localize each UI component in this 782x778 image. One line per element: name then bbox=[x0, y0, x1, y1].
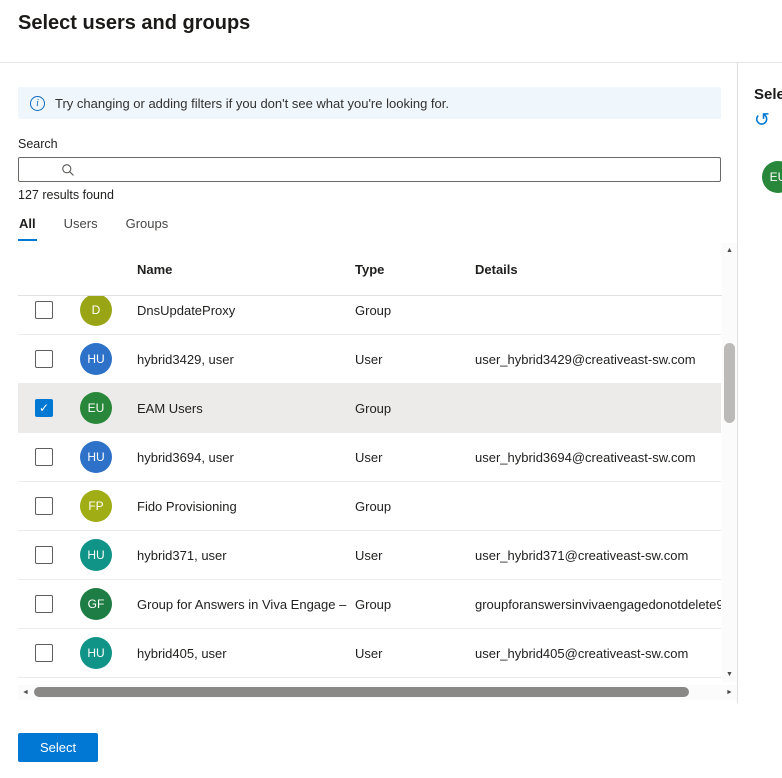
row-name: Group for Answers in Viva Engage – bbox=[137, 597, 355, 612]
vertical-scrollbar[interactable]: ▲ ▼ bbox=[722, 243, 737, 682]
row-checkbox[interactable] bbox=[35, 497, 53, 515]
table-row[interactable]: GF Group for Answers in Viva Engage – Gr… bbox=[18, 580, 721, 629]
row-details: user_hybrid405@creativeast-sw.com bbox=[475, 646, 721, 661]
row-checkbox[interactable] bbox=[35, 595, 53, 613]
picker-pane: i Try changing or adding filters if you … bbox=[0, 63, 737, 703]
info-icon: i bbox=[30, 96, 45, 111]
row-type: Group bbox=[355, 499, 475, 514]
avatar: HU bbox=[80, 343, 112, 375]
row-checkbox[interactable] bbox=[35, 448, 53, 466]
results-count: 127 results found bbox=[18, 188, 737, 202]
avatar: HU bbox=[80, 539, 112, 571]
row-name: hybrid371, user bbox=[137, 548, 355, 563]
table-row[interactable]: HU hybrid371, user User user_hybrid371@c… bbox=[18, 531, 721, 580]
column-header-name: Name bbox=[137, 262, 355, 277]
row-type: Group bbox=[355, 597, 475, 612]
row-checkbox[interactable] bbox=[35, 301, 53, 319]
search-label: Search bbox=[18, 137, 737, 151]
info-banner-text: Try changing or adding filters if you do… bbox=[55, 96, 449, 111]
row-checkbox-checked[interactable]: ✓ bbox=[35, 399, 53, 417]
selected-panel-title: Selected items bbox=[754, 86, 782, 103]
table-row-selected[interactable]: ✓ EU EAM Users Group bbox=[18, 384, 721, 433]
scroll-down-icon[interactable]: ▼ bbox=[722, 667, 737, 682]
row-checkbox[interactable] bbox=[35, 546, 53, 564]
avatar: HU bbox=[80, 637, 112, 669]
content: i Try changing or adding filters if you … bbox=[0, 63, 782, 703]
avatar: HU bbox=[80, 441, 112, 473]
row-type: User bbox=[355, 646, 475, 661]
select-button[interactable]: Select bbox=[18, 733, 98, 762]
search-icon bbox=[61, 163, 75, 177]
table-row[interactable]: HU hybrid3694, user User user_hybrid3694… bbox=[18, 433, 721, 482]
tab-users[interactable]: Users bbox=[63, 212, 99, 241]
selected-panel: Selected items ↺ EU bbox=[737, 63, 782, 703]
row-name: Fido Provisioning bbox=[137, 499, 355, 514]
avatar: GF bbox=[80, 588, 112, 620]
footer: Select bbox=[0, 703, 782, 762]
row-details: user_hybrid3429@creativeast-sw.com bbox=[475, 352, 721, 367]
avatar: D bbox=[80, 296, 112, 326]
row-name: hybrid3694, user bbox=[137, 450, 355, 465]
row-type: User bbox=[355, 352, 475, 367]
horizontal-scrollbar-thumb[interactable] bbox=[34, 687, 689, 697]
row-type: User bbox=[355, 548, 475, 563]
info-banner: i Try changing or adding filters if you … bbox=[18, 87, 721, 119]
table-row[interactable]: FP Fido Provisioning Group bbox=[18, 482, 721, 531]
row-name: hybrid3429, user bbox=[137, 352, 355, 367]
selected-item-avatar: EU bbox=[762, 161, 782, 193]
row-type: Group bbox=[355, 401, 475, 416]
column-header-type: Type bbox=[355, 262, 475, 277]
scroll-right-icon[interactable]: ► bbox=[722, 685, 737, 700]
row-checkbox[interactable] bbox=[35, 644, 53, 662]
results-table: Name Type Details D DnsUpdateProxy Group… bbox=[18, 243, 737, 682]
row-details: groupforanswersinvivaengagedonotdelete9 bbox=[475, 597, 721, 612]
search-input[interactable] bbox=[75, 158, 720, 181]
row-checkbox[interactable] bbox=[35, 350, 53, 368]
checkmark-icon: ✓ bbox=[39, 402, 49, 414]
row-name: EAM Users bbox=[137, 401, 355, 416]
table-rows: D DnsUpdateProxy Group HU hybrid3429, us… bbox=[18, 296, 721, 682]
page-title: Select users and groups bbox=[18, 12, 764, 35]
table-row[interactable]: HU hybrid3429, user User user_hybrid3429… bbox=[18, 335, 721, 384]
row-details: user_hybrid3694@creativeast-sw.com bbox=[475, 450, 721, 465]
table-row[interactable]: HU hybrid405, user User user_hybrid405@c… bbox=[18, 629, 721, 678]
scroll-up-icon[interactable]: ▲ bbox=[722, 243, 737, 258]
scroll-left-icon[interactable]: ◄ bbox=[18, 685, 33, 700]
row-name: hybrid405, user bbox=[137, 646, 355, 661]
tabs: All Users Groups bbox=[18, 212, 737, 241]
search-box[interactable] bbox=[18, 157, 721, 182]
row-type: User bbox=[355, 450, 475, 465]
row-type: Group bbox=[355, 303, 475, 318]
undo-icon[interactable]: ↺ bbox=[754, 111, 774, 130]
row-name: DnsUpdateProxy bbox=[137, 303, 355, 318]
column-header-details: Details bbox=[475, 262, 737, 277]
tab-groups[interactable]: Groups bbox=[125, 212, 170, 241]
table-header: Name Type Details bbox=[18, 243, 737, 296]
vertical-scrollbar-thumb[interactable] bbox=[724, 343, 735, 423]
row-details: user_hybrid371@creativeast-sw.com bbox=[475, 548, 721, 563]
page-header: Select users and groups bbox=[0, 0, 782, 63]
avatar: EU bbox=[80, 392, 112, 424]
tab-all[interactable]: All bbox=[18, 212, 37, 241]
avatar: FP bbox=[80, 490, 112, 522]
horizontal-scrollbar[interactable]: ◄ ► bbox=[18, 685, 737, 700]
table-row[interactable]: D DnsUpdateProxy Group bbox=[18, 296, 721, 335]
